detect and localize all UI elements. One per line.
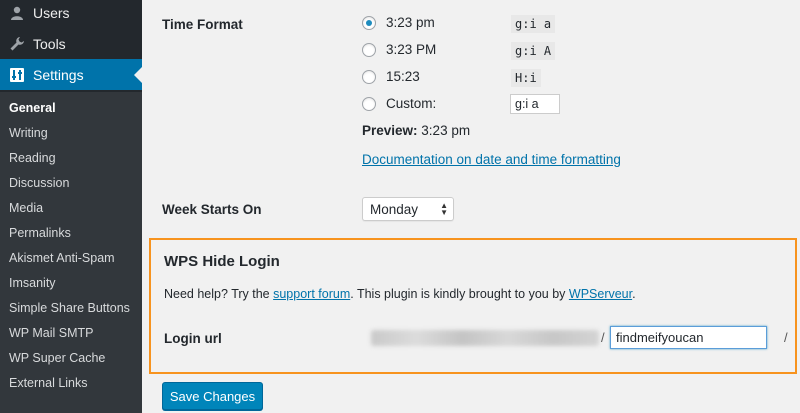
- time-preview: Preview: 3:23 pm: [362, 123, 470, 138]
- wpserveur-link[interactable]: WPServeur: [569, 287, 632, 301]
- users-icon: [7, 3, 27, 23]
- wrench-icon: [7, 34, 27, 54]
- sidebar-item-tools[interactable]: Tools: [0, 28, 142, 59]
- radio-label: 3:23 pm: [386, 15, 435, 30]
- format-code: g:i a: [511, 15, 556, 33]
- help-middle: . This plugin is kindly brought to you b…: [350, 287, 566, 301]
- custom-format-input[interactable]: [510, 94, 560, 114]
- submenu-item-permalinks[interactable]: Permalinks: [9, 226, 71, 240]
- plugin-title: WPS Hide Login: [164, 253, 280, 270]
- documentation-link[interactable]: Documentation on date and time formattin…: [362, 152, 621, 167]
- radio-label: 15:23: [386, 69, 420, 84]
- format-code: g:i A: [511, 42, 556, 60]
- sidebar-item-label: Users: [33, 4, 70, 21]
- radio-button[interactable]: [362, 69, 376, 84]
- time-format-option-custom[interactable]: Custom:: [362, 96, 436, 111]
- sidebar-item-settings[interactable]: Settings: [0, 59, 142, 90]
- login-url-label: Login url: [164, 331, 222, 346]
- settings-main: Time Format 3:23 pm g:i a 3:23 PM g:i A …: [142, 0, 800, 413]
- url-trailing-slash: /: [784, 330, 788, 345]
- submenu-item-general[interactable]: General: [9, 101, 56, 115]
- radio-label: 3:23 PM: [386, 42, 437, 57]
- url-separator: /: [601, 330, 605, 345]
- radio-label: Custom:: [386, 96, 437, 111]
- week-starts-label: Week Starts On: [162, 202, 262, 217]
- preview-value: 3:23 pm: [421, 123, 471, 138]
- blurred-site-url: [371, 330, 599, 346]
- sidebar-item-users[interactable]: Users: [0, 0, 142, 28]
- select-arrows-icon: ▲ ▼: [440, 201, 448, 217]
- wps-hide-login-section: WPS Hide Login Need help? Try the suppor…: [149, 238, 797, 374]
- save-changes-button[interactable]: Save Changes: [162, 382, 263, 410]
- plugin-help-text: Need help? Try the support forum. This p…: [164, 287, 636, 301]
- format-code: H:i: [511, 69, 541, 87]
- select-value: Monday: [370, 201, 419, 217]
- radio-button[interactable]: [362, 96, 376, 111]
- preview-label: Preview:: [362, 123, 418, 138]
- settings-submenu: General Writing Reading Discussion Media…: [0, 92, 142, 413]
- submenu-item-media[interactable]: Media: [9, 201, 43, 215]
- submenu-item-simple-share-buttons[interactable]: Simple Share Buttons: [9, 301, 130, 315]
- submenu-item-wp-mail-smtp[interactable]: WP Mail SMTP: [9, 326, 94, 340]
- admin-sidebar: Users Tools Settings General Writing Rea…: [0, 0, 142, 413]
- time-format-option[interactable]: 15:23: [362, 69, 420, 84]
- time-format-option[interactable]: 3:23 PM: [362, 42, 436, 57]
- time-format-option[interactable]: 3:23 pm: [362, 15, 435, 30]
- submenu-item-external-links[interactable]: External Links: [9, 376, 88, 390]
- help-prefix: Need help? Try the: [164, 287, 270, 301]
- radio-button[interactable]: [362, 42, 376, 57]
- support-forum-link[interactable]: support forum: [273, 287, 350, 301]
- submenu-item-writing[interactable]: Writing: [9, 126, 48, 140]
- sidebar-item-label: Tools: [33, 35, 66, 52]
- submenu-item-imsanity[interactable]: Imsanity: [9, 276, 56, 290]
- help-suffix: .: [632, 287, 636, 301]
- submenu-item-akismet[interactable]: Akismet Anti-Spam: [9, 251, 115, 265]
- login-url-input[interactable]: [610, 326, 767, 349]
- submenu-item-discussion[interactable]: Discussion: [9, 176, 69, 190]
- time-format-label: Time Format: [162, 17, 243, 32]
- radio-button[interactable]: [362, 15, 376, 30]
- submenu-item-wp-super-cache[interactable]: WP Super Cache: [9, 351, 105, 365]
- week-starts-select[interactable]: Monday ▲ ▼: [362, 197, 454, 221]
- settings-icon: [7, 65, 27, 85]
- sidebar-item-label: Settings: [33, 66, 84, 83]
- submenu-item-reading[interactable]: Reading: [9, 151, 56, 165]
